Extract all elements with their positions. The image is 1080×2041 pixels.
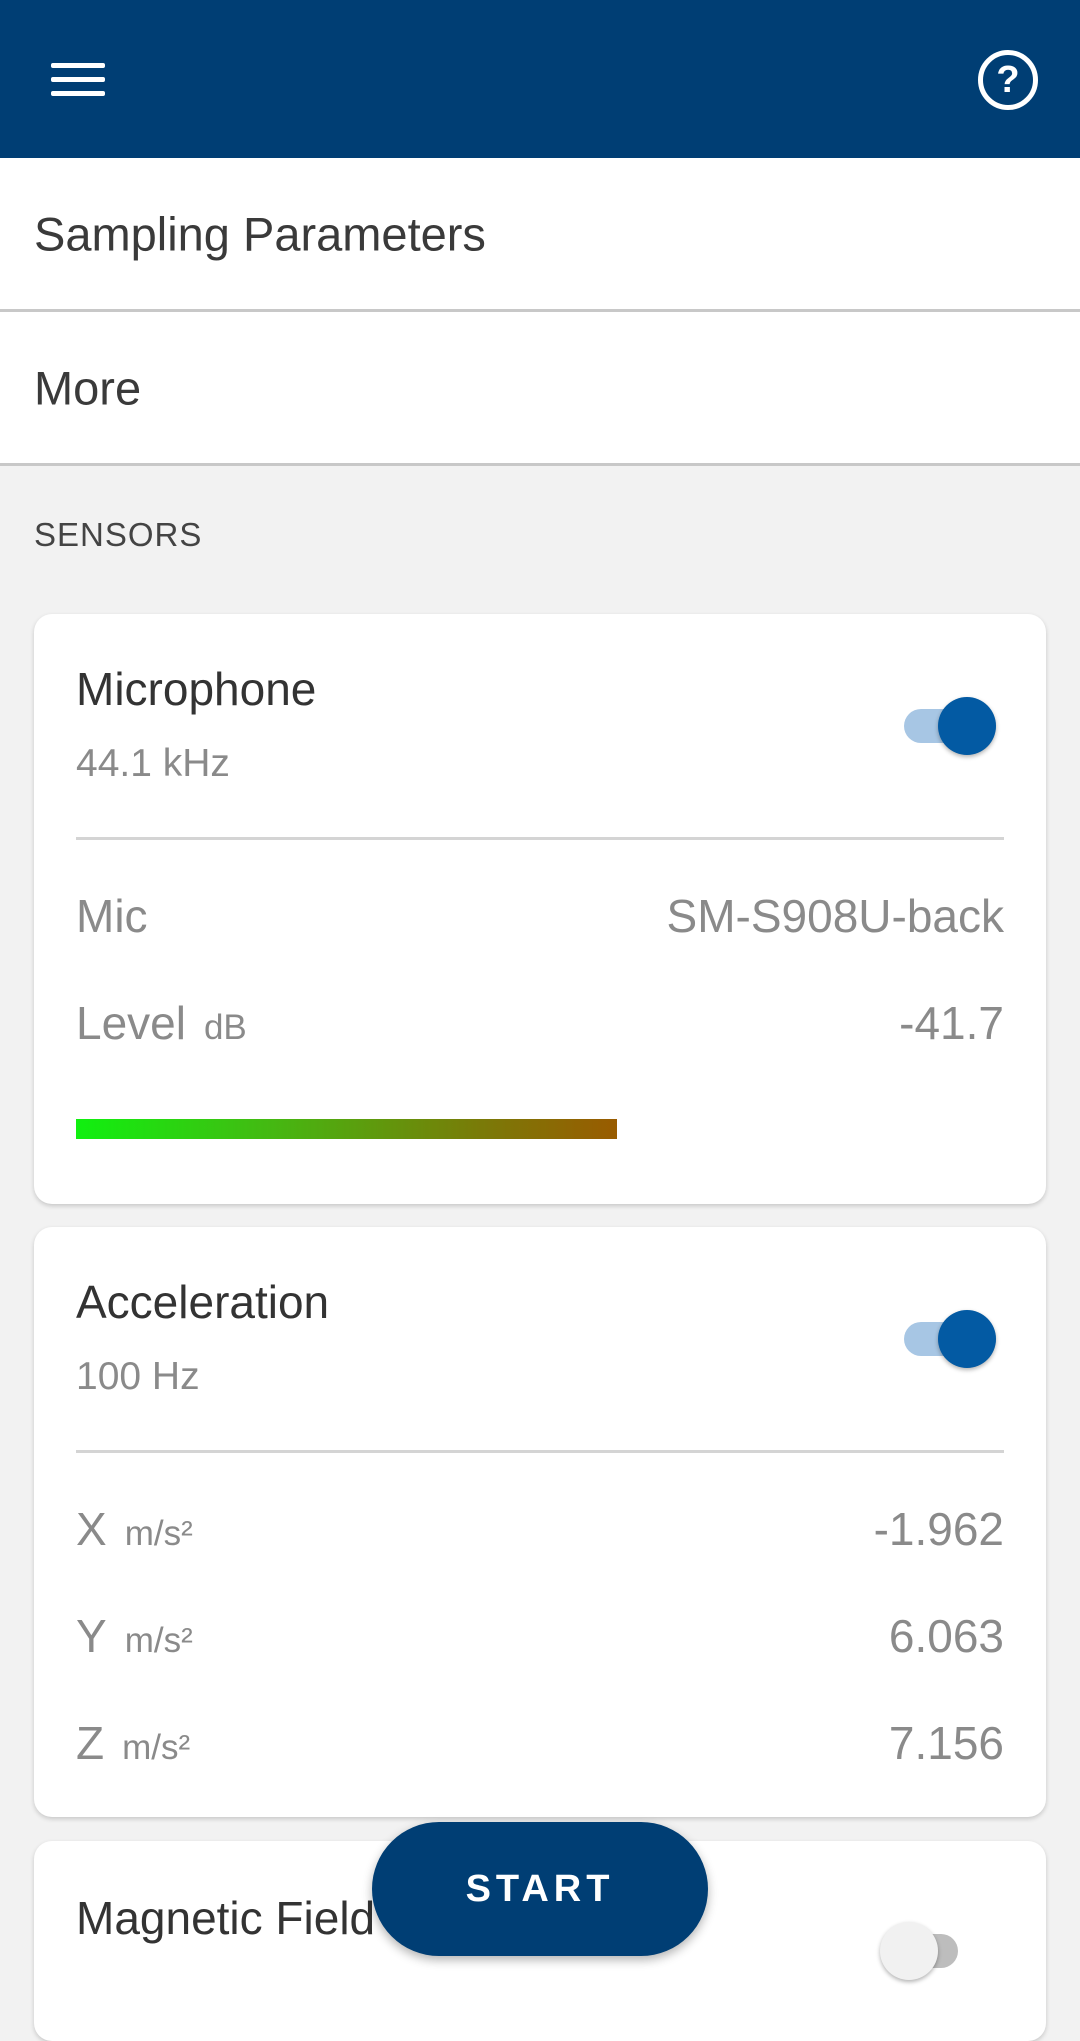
level-unit: dB [203,1008,247,1047]
acceleration-toggle[interactable] [904,1309,996,1369]
level-meter-bar [76,1119,617,1139]
sensors-section-label: SENSORS [34,516,203,553]
divider [76,1450,1004,1453]
mic-row: Mic SM-S908U-back [76,889,1004,949]
level-label-group: Level dB [76,996,247,1050]
mic-label: Mic [76,890,148,942]
accel-z-unit: m/s² [122,1728,191,1767]
microphone-title: Microphone [76,663,317,715]
magnetic-field-toggle[interactable] [880,1921,972,1981]
accel-x-row: Xm/s² -1.962 [76,1502,1004,1562]
microphone-toggle[interactable] [904,696,996,756]
accel-y-unit: m/s² [124,1621,193,1660]
accel-y-label: Y [76,1610,107,1662]
accel-z-label-group: Zm/s² [76,1716,190,1770]
accel-y-value: 6.063 [888,1610,1004,1662]
level-row: Level dB -41.7 [76,996,1004,1056]
microphone-rate: 44.1 kHz [76,742,230,785]
accel-x-value: -1.962 [873,1503,1004,1555]
more-label: More [34,361,142,414]
accel-y-label-group: Ym/s² [76,1609,193,1663]
accel-x-unit: m/s² [124,1514,193,1553]
sampling-parameters-label: Sampling Parameters [34,207,486,260]
app-bar: ? [0,0,1080,158]
level-value: -41.7 [899,997,1004,1049]
magnetic-field-title: Magnetic Field [76,1892,376,1944]
divider [76,837,1004,840]
accel-y-row: Ym/s² 6.063 [76,1609,1004,1669]
sampling-parameters-row[interactable]: Sampling Parameters [0,158,1080,312]
more-row[interactable]: More [0,312,1080,466]
start-button[interactable]: START [372,1822,708,1956]
accel-z-label: Z [76,1717,105,1769]
accel-z-row: Zm/s² 7.156 [76,1716,1004,1776]
acceleration-rate: 100 Hz [76,1355,200,1398]
accel-z-value: 7.156 [888,1717,1004,1769]
hamburger-menu-icon[interactable] [40,46,116,112]
accel-x-label: X [76,1503,107,1555]
acceleration-title: Acceleration [76,1276,330,1328]
help-icon[interactable]: ? [978,50,1038,110]
microphone-card: Microphone 44.1 kHz Mic SM-S908U-back Le… [34,614,1046,1204]
accel-x-label-group: Xm/s² [76,1502,193,1556]
acceleration-card: Acceleration 100 Hz Xm/s² -1.962 Ym/s² 6… [34,1227,1046,1817]
mic-value: SM-S908U-back [666,890,1004,942]
level-label: Level [76,997,186,1049]
